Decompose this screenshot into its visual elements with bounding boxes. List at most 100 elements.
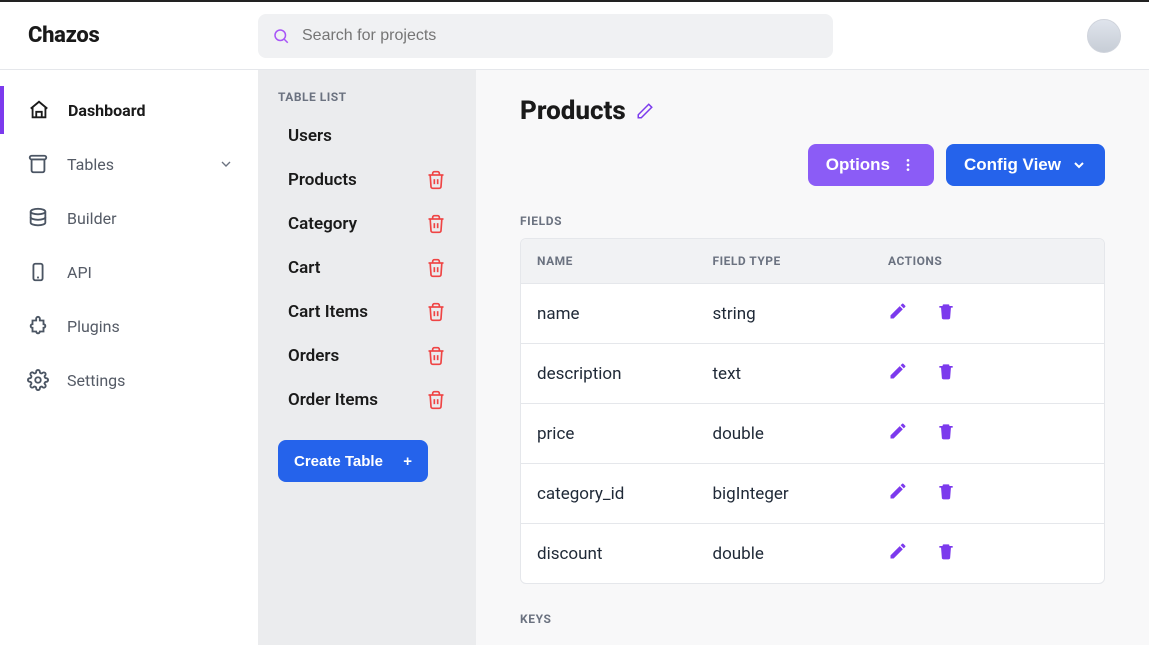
- field-row: descriptiontext: [521, 343, 1104, 403]
- sidebar-item-label: Tables: [67, 155, 114, 174]
- database-icon: [27, 207, 49, 229]
- field-actions: [888, 301, 1088, 326]
- plus-icon: +: [403, 453, 412, 470]
- title-row: Products: [520, 96, 1105, 126]
- search-wrap: [258, 14, 833, 58]
- trash-icon[interactable]: [426, 258, 446, 278]
- table-list-item[interactable]: Products: [278, 158, 456, 202]
- sidebar-item-settings[interactable]: Settings: [0, 356, 258, 404]
- table-list-item-label: Orders: [288, 346, 339, 366]
- chevron-down-icon: [1071, 157, 1087, 173]
- trash-icon[interactable]: [936, 421, 956, 446]
- create-table-button[interactable]: Create Table +: [278, 440, 428, 482]
- dots-vertical-icon: [900, 157, 916, 173]
- app-header: Chazos: [0, 2, 1149, 70]
- field-type: string: [713, 304, 889, 324]
- trash-icon[interactable]: [936, 541, 956, 566]
- field-actions: [888, 361, 1088, 386]
- search-icon: [272, 27, 290, 45]
- col-actions: ACTIONS: [888, 254, 1088, 268]
- field-name: price: [537, 424, 713, 444]
- table-list-item-label: Users: [288, 126, 332, 146]
- options-label: Options: [826, 155, 890, 175]
- col-name: NAME: [537, 254, 713, 268]
- table-list-item[interactable]: Cart Items: [278, 290, 456, 334]
- trash-icon[interactable]: [426, 390, 446, 410]
- field-type: text: [713, 364, 889, 384]
- table-list-heading: TABLE LIST: [278, 90, 456, 104]
- edit-icon[interactable]: [888, 421, 908, 446]
- edit-icon[interactable]: [888, 541, 908, 566]
- sidebar-item-label: Builder: [67, 209, 117, 228]
- gear-icon: [27, 369, 49, 391]
- table-list-panel: TABLE LIST Users Products Category Cart Car…: [258, 70, 476, 645]
- field-row: discountdouble: [521, 523, 1104, 583]
- trash-icon[interactable]: [936, 481, 956, 506]
- field-type: double: [713, 544, 889, 564]
- field-actions: [888, 481, 1088, 506]
- table-list-item-label: Cart: [288, 258, 321, 278]
- field-actions: [888, 541, 1088, 566]
- search-box[interactable]: [258, 14, 833, 58]
- sidebar: Dashboard Tables Builder API Plugins Set…: [0, 70, 258, 645]
- table-list-item-label: Order Items: [288, 390, 378, 410]
- sidebar-item-api[interactable]: API: [0, 248, 258, 296]
- puzzle-icon: [27, 315, 49, 337]
- sidebar-item-label: Settings: [67, 371, 125, 390]
- trash-icon[interactable]: [936, 361, 956, 386]
- trash-icon[interactable]: [426, 302, 446, 322]
- field-row: pricedouble: [521, 403, 1104, 463]
- table-list-item-label: Category: [288, 214, 357, 234]
- config-view-button[interactable]: Config View: [946, 144, 1105, 186]
- sidebar-item-tables[interactable]: Tables: [0, 140, 258, 188]
- sidebar-item-builder[interactable]: Builder: [0, 194, 258, 242]
- trash-icon[interactable]: [426, 346, 446, 366]
- edit-icon[interactable]: [888, 301, 908, 326]
- table-list-item[interactable]: Category: [278, 202, 456, 246]
- main-panel: Products Options Config View FIELDS NAME…: [476, 70, 1149, 645]
- home-icon: [28, 99, 50, 121]
- edit-title-icon[interactable]: [636, 102, 654, 120]
- table-list-item[interactable]: Orders: [278, 334, 456, 378]
- search-input[interactable]: [302, 27, 819, 45]
- field-actions: [888, 421, 1088, 446]
- stack-icon: [27, 153, 49, 175]
- options-button[interactable]: Options: [808, 144, 934, 186]
- sidebar-item-dashboard[interactable]: Dashboard: [0, 86, 258, 134]
- create-table-label: Create Table: [294, 453, 383, 470]
- field-name: category_id: [537, 484, 713, 504]
- sidebar-item-label: API: [67, 263, 92, 282]
- field-type: double: [713, 424, 889, 444]
- sidebar-item-label: Dashboard: [68, 101, 145, 120]
- field-row: category_idbigInteger: [521, 463, 1104, 523]
- fields-heading: FIELDS: [520, 214, 1105, 228]
- trash-icon[interactable]: [426, 170, 446, 190]
- table-list-item-label: Cart Items: [288, 302, 368, 322]
- table-list-item[interactable]: Cart: [278, 246, 456, 290]
- table-list-item[interactable]: Users: [278, 114, 456, 158]
- field-name: discount: [537, 544, 713, 564]
- app-logo: Chazos: [28, 23, 258, 48]
- sidebar-item-label: Plugins: [67, 317, 120, 336]
- field-row: namestring: [521, 283, 1104, 343]
- table-list-item-label: Products: [288, 170, 357, 190]
- edit-icon[interactable]: [888, 481, 908, 506]
- field-name: name: [537, 304, 713, 324]
- chevron-down-icon: [218, 156, 234, 172]
- keys-heading: KEYS: [520, 612, 1105, 626]
- edit-icon[interactable]: [888, 361, 908, 386]
- trash-icon[interactable]: [426, 214, 446, 234]
- trash-icon[interactable]: [936, 301, 956, 326]
- col-type: FIELD TYPE: [713, 254, 889, 268]
- avatar[interactable]: [1087, 19, 1121, 53]
- field-name: description: [537, 364, 713, 384]
- field-type: bigInteger: [713, 484, 889, 504]
- sidebar-item-plugins[interactable]: Plugins: [0, 302, 258, 350]
- fields-table-header: NAME FIELD TYPE ACTIONS: [521, 239, 1104, 283]
- page-title: Products: [520, 96, 626, 126]
- action-row: Options Config View: [520, 144, 1105, 186]
- fields-table: NAME FIELD TYPE ACTIONS namestringdescri…: [520, 238, 1105, 584]
- config-view-label: Config View: [964, 155, 1061, 175]
- table-list-item[interactable]: Order Items: [278, 378, 456, 422]
- device-icon: [27, 261, 49, 283]
